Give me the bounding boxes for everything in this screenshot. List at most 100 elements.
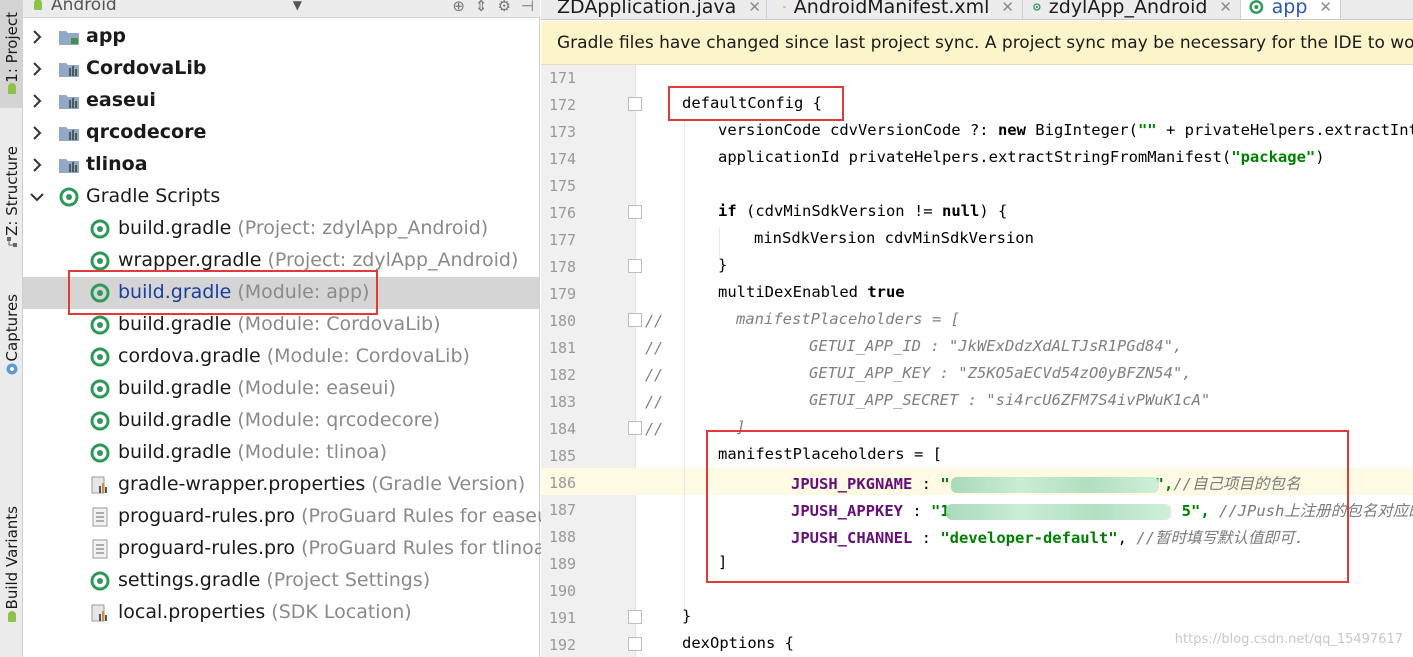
tree-item-gradle-file[interactable]: build.gradle (Project: zdylApp_Android) bbox=[23, 213, 540, 245]
tree-item-cordovalib[interactable]: CordovaLib bbox=[23, 53, 540, 85]
line-number: 184 bbox=[549, 420, 577, 438]
tree-item-gradle-file[interactable]: build.gradle (Module: qrcodecore) bbox=[23, 405, 540, 437]
tree-item-gradle-file[interactable]: build.gradle (Module: CordovaLib) bbox=[23, 309, 540, 341]
close-icon[interactable]: ✕ bbox=[1319, 0, 1332, 16]
tab-app[interactable]: app ✕ bbox=[1241, 0, 1341, 19]
tree-item-gradle-file[interactable]: cordova.gradle (Module: CordovaLib) bbox=[23, 341, 540, 373]
chevron-down-icon: ▼ bbox=[292, 0, 302, 12]
tab-label: ZDApplication.java bbox=[557, 0, 737, 18]
banner-text: Gradle files have changed since last pro… bbox=[557, 32, 1413, 53]
fold-marker[interactable] bbox=[628, 313, 642, 327]
fold-marker[interactable] bbox=[628, 259, 642, 273]
captures-tool-tab[interactable]: Captures bbox=[0, 285, 23, 385]
fold-marker[interactable] bbox=[628, 610, 642, 624]
locate-icon[interactable]: ⊕ bbox=[452, 0, 465, 15]
line-number: 178 bbox=[549, 258, 577, 276]
close-icon[interactable]: ✕ bbox=[748, 0, 761, 16]
fold-marker[interactable] bbox=[628, 205, 642, 219]
android-icon bbox=[7, 83, 16, 95]
fold-marker[interactable] bbox=[628, 637, 642, 651]
tree-item-gradle-scripts[interactable]: Gradle Scripts bbox=[23, 181, 540, 213]
tree-item-label: settings.gradle bbox=[118, 569, 261, 591]
line-number: 187 bbox=[549, 501, 577, 519]
line-number: 180 bbox=[549, 312, 577, 330]
code-line: manifestPlaceholders = [ bbox=[718, 445, 942, 463]
collapse-all-icon[interactable]: ⇕ bbox=[475, 0, 488, 15]
build-variants-tool-tab[interactable]: Build Variants bbox=[0, 495, 23, 635]
gradle-icon bbox=[1033, 3, 1041, 11]
tree-item-hint: (Module: easeui) bbox=[237, 377, 396, 399]
project-view-dropdown[interactable]: Android ▼ bbox=[31, 0, 302, 15]
library-module-icon bbox=[58, 58, 80, 80]
gear-icon[interactable]: ⚙ bbox=[497, 0, 510, 15]
fold-marker[interactable] bbox=[628, 97, 642, 111]
tree-item-gradle-file[interactable]: settings.gradle (Project Settings) bbox=[23, 565, 540, 597]
line-number: 179 bbox=[549, 285, 577, 303]
sync-notification-banner: Gradle files have changed since last pro… bbox=[541, 21, 1413, 65]
tree-item-tlinoa[interactable]: tlinoa bbox=[23, 149, 540, 181]
close-icon[interactable]: ✕ bbox=[1219, 0, 1232, 16]
tree-item-text-file[interactable]: proguard-rules.pro (ProGuard Rules for tl… bbox=[23, 533, 553, 565]
tree-item-label: build.gradle bbox=[118, 441, 232, 463]
gradle-icon bbox=[89, 346, 111, 368]
indent-guide bbox=[719, 228, 720, 258]
line-comment-marker: // bbox=[645, 339, 664, 357]
code-line: GETUI_APP_SECRET : "si4rcU6ZFM7S4ivPWuK1… bbox=[809, 391, 1211, 409]
tree-item-properties-file[interactable]: local.properties (SDK Location) bbox=[23, 597, 540, 629]
tree-item-app[interactable]: app bbox=[23, 21, 540, 53]
project-panel-toolbar: Android ▼ ⊕ ⇕ ⚙ ⊣ bbox=[23, 0, 540, 18]
tree-item-hint: (Module: qrcodecore) bbox=[237, 409, 441, 431]
tree-item-label: build.gradle bbox=[118, 313, 232, 335]
line-comment-marker: // bbox=[645, 393, 664, 411]
gradle-icon bbox=[89, 250, 111, 272]
line-number: 173 bbox=[549, 123, 577, 141]
tree-item-gradle-file-selected[interactable]: build.gradle (Module: app) bbox=[23, 277, 540, 309]
library-module-icon bbox=[58, 90, 80, 112]
tree-item-hint: (Project: zdylApp_Android) bbox=[237, 217, 489, 239]
gradle-icon bbox=[1249, 0, 1264, 14]
tree-item-hint: (Gradle Version) bbox=[371, 473, 526, 495]
properties-file-icon bbox=[89, 602, 111, 624]
gradle-icon bbox=[89, 282, 111, 304]
hide-panel-icon[interactable]: ⊣ bbox=[521, 0, 534, 15]
tree-item-easeui[interactable]: easeui bbox=[23, 85, 540, 117]
library-module-icon bbox=[58, 154, 80, 176]
tree-item-gradle-file[interactable]: build.gradle (Module: tlinoa) bbox=[23, 437, 540, 469]
chevron-right-icon[interactable] bbox=[29, 155, 45, 175]
chevron-down-icon[interactable] bbox=[29, 187, 45, 207]
tree-item-label: app bbox=[86, 25, 127, 47]
line-number: 189 bbox=[549, 555, 577, 573]
chevron-right-icon[interactable] bbox=[29, 91, 45, 111]
tab-label: zdylApp_Android bbox=[1048, 0, 1208, 18]
chevron-right-icon[interactable] bbox=[29, 59, 45, 79]
close-icon[interactable]: ✕ bbox=[1001, 0, 1014, 16]
module-folder-icon bbox=[58, 26, 80, 48]
tree-item-label: easeui bbox=[86, 89, 156, 111]
tab-zdapplication-java[interactable]: C ZDApplication.java ✕ bbox=[541, 0, 767, 19]
redacted-value bbox=[951, 477, 1159, 493]
line-comment-marker: // bbox=[645, 312, 664, 330]
tree-item-gradle-file[interactable]: wrapper.gradle (Project: zdylApp_Android) bbox=[23, 245, 540, 277]
chevron-right-icon[interactable] bbox=[29, 123, 45, 143]
line-number: 186 bbox=[549, 474, 577, 492]
line-number: 176 bbox=[549, 204, 577, 222]
project-tool-tab[interactable]: 1: Project bbox=[0, 0, 23, 108]
tree-item-label: proguard-rules.pro bbox=[118, 505, 296, 527]
tree-item-properties-file[interactable]: gradle-wrapper.properties (Gradle Version… bbox=[23, 469, 540, 501]
tab-androidmanifest-xml[interactable]: AndroidManifest.xml ✕ bbox=[775, 0, 1023, 19]
fold-marker[interactable] bbox=[628, 421, 642, 435]
tree-item-qrcodecore[interactable]: qrcodecore bbox=[23, 117, 540, 149]
line-comment-marker: // bbox=[645, 366, 664, 384]
tab-zdylapp-android[interactable]: zdylApp_Android ✕ bbox=[1025, 0, 1241, 19]
structure-tool-tab[interactable]: Z: Structure bbox=[0, 140, 23, 255]
tree-item-text-file[interactable]: proguard-rules.pro (ProGuard Rules for ea… bbox=[23, 501, 562, 533]
tree-item-label: local.properties bbox=[118, 601, 266, 623]
chevron-right-icon[interactable] bbox=[29, 27, 45, 47]
code-line: } bbox=[718, 256, 728, 274]
code-line: JPUSH_CHANNEL : "developer-default", //暂… bbox=[791, 529, 1304, 547]
code-line: } bbox=[682, 607, 692, 625]
tree-item-hint: (ProGuard Rules for tlinoa) bbox=[301, 537, 553, 559]
line-number: 185 bbox=[549, 447, 577, 465]
tree-item-gradle-file[interactable]: build.gradle (Module: easeui) bbox=[23, 373, 540, 405]
captures-tool-tab-label: Captures bbox=[2, 294, 21, 362]
